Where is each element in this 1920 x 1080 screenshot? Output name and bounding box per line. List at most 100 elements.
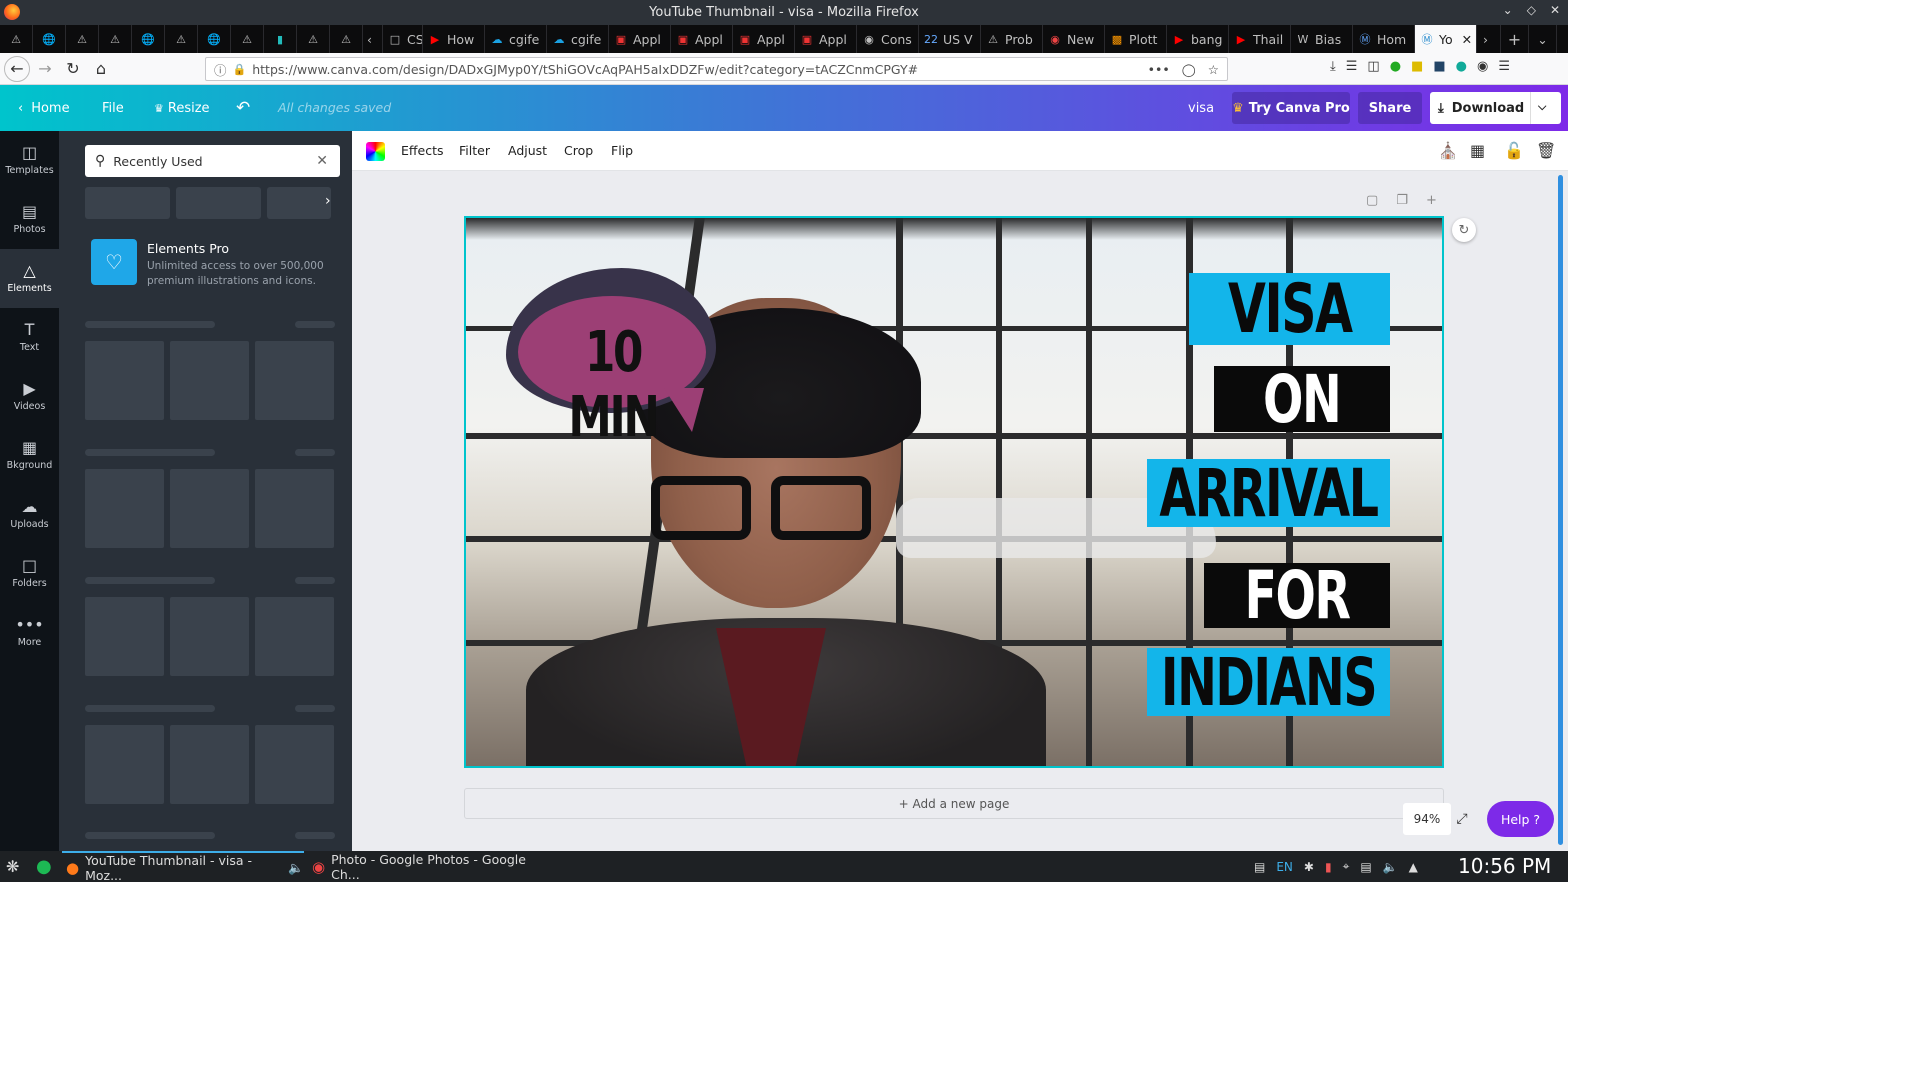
pinned-tab[interactable]: 🌐 [33, 25, 66, 53]
app-launcher-icon[interactable]: ❋ [6, 851, 19, 882]
extension-yellow-icon[interactable]: ■ [1411, 59, 1423, 74]
chevron-right-icon[interactable]: › [325, 193, 331, 209]
minimize-icon[interactable]: ⌄ [1503, 3, 1513, 17]
tab[interactable]: Ⓜ Hom [1353, 25, 1415, 53]
bookmark-star-icon[interactable]: ☆ [1208, 62, 1219, 77]
color-picker-swatch[interactable] [366, 142, 385, 161]
tab[interactable]: ▩ Plott [1105, 25, 1167, 53]
tab-active[interactable]: Ⓜ Yo ✕ [1415, 25, 1477, 53]
account-icon[interactable]: ◉ [1477, 59, 1488, 74]
tab[interactable]: ◉ New [1043, 25, 1105, 53]
download-icon[interactable]: ⤓ [1330, 59, 1336, 74]
lock-icon[interactable]: 🔓 [1504, 141, 1524, 160]
duplicate-page-icon[interactable]: ❐ [1396, 193, 1408, 208]
taskbar-item-chrome[interactable]: ◉ Photo - Google Photos - Google Ch... [310, 851, 550, 882]
tab[interactable]: ▶ How [423, 25, 485, 53]
pinned-tab[interactable]: ⚠ [66, 25, 99, 53]
pinned-tab[interactable]: 🌐 [132, 25, 165, 53]
keyboard-language[interactable]: EN [1276, 860, 1293, 874]
forward-button[interactable]: → [32, 56, 58, 82]
rail-photos[interactable]: ▤ Photos [0, 190, 59, 249]
download-button[interactable]: ⤓ Download ⌵ [1430, 92, 1561, 124]
design-name[interactable]: visa [1188, 85, 1214, 131]
design-canvas[interactable]: 10 MIN VISA ON ARRIVAL FOR INDIANS [464, 216, 1444, 768]
battery-icon[interactable]: ▮ [1325, 860, 1332, 874]
maximize-icon[interactable]: ◇ [1527, 3, 1536, 17]
help-button[interactable]: Help ? [1487, 801, 1554, 837]
tab-scroll-right[interactable]: › [1477, 25, 1501, 53]
pocket-icon[interactable]: ◯ [1182, 62, 1196, 77]
extension-green-icon[interactable]: ● [1390, 59, 1401, 74]
pinned-tab[interactable]: ⚠ [165, 25, 198, 53]
pinned-tab[interactable]: ⚠ [330, 25, 363, 53]
rail-folders[interactable]: □ Folders [0, 544, 59, 603]
storage-icon[interactable]: ▤ [1360, 860, 1371, 874]
crop-button[interactable]: Crop [564, 143, 593, 158]
bubble-text[interactable]: 10 MIN [547, 320, 680, 450]
effects-button[interactable]: Effects [401, 143, 444, 158]
clock[interactable]: 10:56 PM [1458, 854, 1551, 878]
bluetooth-icon[interactable]: ✱ [1304, 860, 1314, 874]
category-chip[interactable] [85, 187, 170, 219]
tab[interactable]: ▣ Appl [733, 25, 795, 53]
elements-pro-promo[interactable]: ♡ Elements Pro Unlimited access to over … [91, 239, 331, 293]
tab-list-button[interactable]: ⌄ [1529, 25, 1557, 53]
rail-more[interactable]: ••• More [0, 603, 59, 662]
tab[interactable]: ▶ Thail [1229, 25, 1291, 53]
library-icon[interactable]: ☰ [1346, 59, 1358, 74]
trash-icon[interactable]: 🗑 [1536, 141, 1556, 160]
word-visa[interactable]: VISA [1189, 270, 1390, 349]
resize-button[interactable]: ♛ Resize [154, 85, 210, 131]
back-button[interactable]: ← [4, 55, 30, 82]
tab[interactable]: □ CS 7( [383, 25, 423, 53]
scrollbar[interactable] [1558, 175, 1563, 845]
close-window-icon[interactable]: ✕ [1550, 3, 1560, 17]
expand-tray-icon[interactable]: ▲ [1409, 860, 1418, 874]
rail-templates[interactable]: ◫ Templates [0, 131, 59, 190]
note-icon[interactable]: ▢ [1366, 193, 1378, 208]
pinned-tab[interactable]: ▮ [264, 25, 297, 53]
menu-icon[interactable]: ☰ [1498, 59, 1510, 74]
rail-elements[interactable]: △ Elements [0, 249, 59, 308]
close-tab-icon[interactable]: ✕ [1462, 32, 1472, 47]
add-page-icon[interactable]: + [1426, 193, 1437, 208]
pinned-tab[interactable]: ⚠ [99, 25, 132, 53]
reload-button[interactable]: ↻ [60, 56, 86, 82]
transparency-icon[interactable]: ▦ [1470, 141, 1485, 160]
fullscreen-icon[interactable]: ⤢ [1452, 803, 1472, 835]
try-canva-pro-button[interactable]: ♛ Try Canva Pro [1232, 92, 1350, 124]
adjust-button[interactable]: Adjust [508, 143, 547, 158]
word-indians[interactable]: INDIANS [1147, 644, 1390, 721]
sidebar-icon[interactable]: ◫ [1367, 59, 1379, 74]
grammarly-icon[interactable]: ● [1456, 59, 1467, 74]
rotate-handle[interactable]: ↻ [1452, 218, 1476, 242]
url-bar[interactable]: ⓘ 🔒 https://www.canva.com/design/DADxGJM… [205, 57, 1228, 81]
spotify-icon[interactable]: ● [36, 851, 52, 882]
volume-icon[interactable]: 🔈 [1383, 860, 1398, 874]
share-button[interactable]: Share [1358, 92, 1422, 124]
tab[interactable]: ▣ Appl [609, 25, 671, 53]
clipboard-icon[interactable]: ▤ [1254, 860, 1265, 874]
pinned-tab[interactable]: 🌐 [198, 25, 231, 53]
tab[interactable]: 22 US V [919, 25, 981, 53]
rail-background[interactable]: ▦ Bkground [0, 426, 59, 485]
tab[interactable]: ▣ Appl [671, 25, 733, 53]
zoom-level[interactable]: 94% [1403, 803, 1451, 835]
paint-roller-icon[interactable]: ⛪ [1438, 141, 1458, 160]
clear-search-icon[interactable]: ✕ [316, 153, 328, 169]
file-menu[interactable]: File [102, 85, 124, 131]
category-chip[interactable] [267, 187, 331, 219]
word-on[interactable]: ON [1214, 361, 1390, 438]
tab[interactable]: ▣ Appl [795, 25, 857, 53]
pinned-tab[interactable]: ⚠ [0, 25, 33, 53]
tab-scroll-left[interactable]: ‹ [363, 25, 383, 53]
pinned-tab[interactable]: ⚠ [231, 25, 264, 53]
tab[interactable]: ☁ cgife [547, 25, 609, 53]
word-for[interactable]: FOR [1204, 557, 1390, 634]
extension-blue-icon[interactable]: ■ [1433, 59, 1445, 74]
page-actions-icon[interactable]: ••• [1148, 62, 1170, 77]
tab[interactable]: ⚠ Prob [981, 25, 1043, 53]
chevron-down-icon[interactable]: ⌵ [1538, 100, 1546, 114]
pinned-tab[interactable]: ⚠ [297, 25, 330, 53]
search-input[interactable]: ⚲ Recently Used ✕ [85, 145, 340, 177]
